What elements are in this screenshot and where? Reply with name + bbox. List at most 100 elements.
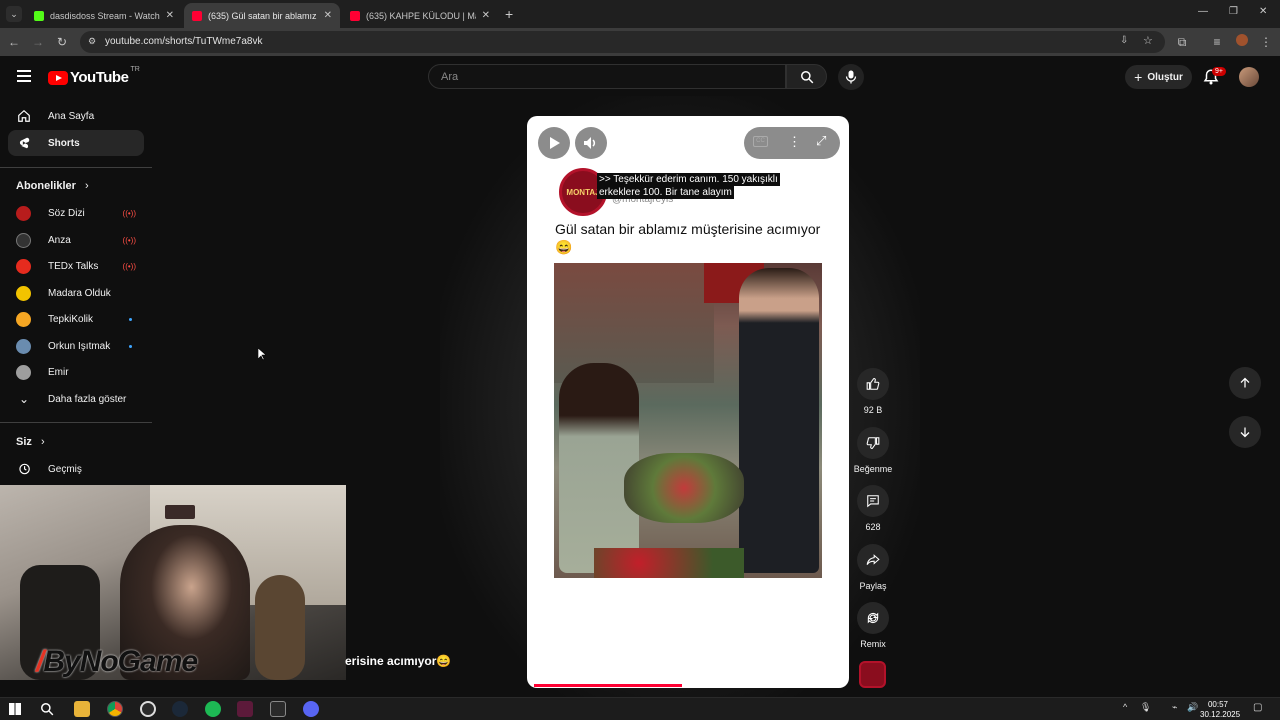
subscription-item[interactable]: Emir [8, 359, 144, 385]
chrome-icon[interactable] [107, 701, 123, 717]
chevron-down-icon: ⌄ [18, 392, 30, 406]
next-short-button[interactable] [1229, 416, 1261, 448]
sidebar-divider [0, 422, 152, 423]
channel-avatar [16, 285, 31, 301]
cropped-title-text: erisine acımıyor😄 [345, 654, 452, 668]
closed-captions-icon[interactable]: CC [753, 136, 768, 147]
volume-icon [584, 137, 596, 149]
sidebar-item-label: Geçmiş [48, 463, 82, 475]
woman-figure [559, 363, 639, 573]
comment-count: 628 [865, 522, 881, 532]
network-tray-icon[interactable]: ⌁ [1172, 702, 1177, 713]
sidebar-item-shorts[interactable]: Shorts [8, 130, 144, 156]
remix-icon[interactable] [857, 602, 889, 634]
kick-app-icon[interactable] [237, 701, 253, 717]
youtube-logo[interactable]: YouTube TR [48, 66, 140, 86]
thumbs-down-icon[interactable] [857, 427, 889, 459]
subscription-item[interactable]: Orkun Işıtmak [8, 333, 144, 359]
system-tray-chevron-icon[interactable]: ^ [1123, 702, 1127, 712]
media-controls-icon[interactable]: ≡ [1209, 34, 1225, 50]
play-icon [550, 137, 560, 149]
forward-arrow-icon[interactable]: → [30, 34, 46, 50]
you-heading[interactable]: Siz › [16, 436, 45, 448]
obs-icon[interactable] [140, 701, 156, 717]
previous-short-button[interactable] [1229, 367, 1261, 399]
hamburger-menu-icon[interactable] [17, 70, 31, 82]
back-arrow-icon[interactable]: ← [6, 34, 22, 50]
live-indicator-icon: ((•)) [122, 261, 136, 271]
volume-button[interactable] [575, 127, 607, 159]
on-air-sign [165, 505, 195, 519]
url-text: youtube.com/shorts/TuTWme7a8vk [105, 36, 263, 47]
search-icon[interactable] [40, 702, 54, 716]
close-window-button[interactable]: ✕ [1259, 6, 1267, 17]
subscription-item[interactable]: Madara Olduk [8, 280, 144, 306]
dislike-action[interactable]: Beğenme [854, 427, 892, 474]
microphone-tray-icon[interactable]: 🎙 [1140, 702, 1151, 713]
tab-search-icon[interactable]: ⌄ [6, 6, 22, 22]
new-content-dot [129, 344, 132, 348]
comments-action[interactable]: 628 [857, 485, 889, 532]
steam-icon[interactable] [172, 701, 188, 717]
create-button[interactable]: + Oluştur [1125, 65, 1192, 89]
shorts-video-player[interactable]: CC ⋮ ⤢ MONTAJ @montajreyis >> Teşekkür e… [527, 116, 849, 688]
voice-search-button[interactable] [838, 64, 864, 90]
account-avatar[interactable] [1239, 67, 1259, 87]
arrow-down-icon [1240, 427, 1250, 438]
restore-window-button[interactable]: ❐ [1229, 6, 1238, 17]
browser-tab-kick[interactable]: dasdisdoss Stream - Watch Live ✕ [26, 3, 182, 28]
subscription-item[interactable]: TEDx Talks ((•)) [8, 253, 144, 279]
like-count: 92 B [863, 405, 883, 415]
subtitle-caption: >> Teşekkür ederim canım. 150 yakışıklı … [597, 173, 780, 199]
install-app-icon[interactable]: ⇩ [1120, 35, 1128, 46]
browser-tab-youtube-madara[interactable]: (635) KAHPE KÜLODU | Madara ✕ [342, 3, 498, 28]
subscription-item[interactable]: Anza ((•)) [8, 227, 144, 253]
new-tab-button[interactable]: + [505, 6, 513, 22]
browser-tab-youtube-short[interactable]: (635) Gül satan bir ablamız müş ✕ [184, 3, 340, 28]
more-options-icon[interactable]: ⋮ [788, 134, 801, 150]
notification-center-icon[interactable]: ▢ [1253, 702, 1262, 713]
live-indicator-icon: ((•)) [122, 208, 136, 218]
subscription-item[interactable]: TepkiKolik [8, 306, 144, 332]
site-info-icon[interactable]: ⚙ [88, 36, 96, 47]
sidebar-item-history[interactable]: Geçmiş [8, 456, 144, 482]
sidebar-item-home[interactable]: Ana Sayfa [8, 103, 144, 129]
fullscreen-icon[interactable]: ⤢ [816, 133, 826, 149]
epic-games-icon[interactable] [270, 701, 286, 717]
search-placeholder: Ara [441, 71, 459, 83]
reload-icon[interactable]: ↻ [54, 34, 70, 50]
profile-avatar-icon[interactable] [1234, 34, 1250, 50]
search-input[interactable]: Ara [428, 64, 786, 89]
comment-icon[interactable] [857, 485, 889, 517]
address-bar[interactable]: ⚙ youtube.com/shorts/TuTWme7a8vk ⇩ ☆ [80, 31, 1165, 53]
video-progress-bar[interactable] [534, 684, 682, 687]
extensions-icon[interactable]: ⧉ [1174, 34, 1190, 50]
like-action[interactable]: 92 B [857, 368, 889, 415]
spotify-icon[interactable] [205, 701, 221, 717]
chrome-menu-icon[interactable]: ⋮ [1258, 34, 1274, 50]
close-tab-icon[interactable]: ✕ [324, 10, 332, 21]
search-button[interactable] [786, 64, 827, 89]
file-explorer-icon[interactable] [74, 701, 90, 717]
player-controls-group: CC ⋮ ⤢ [744, 127, 840, 159]
chat-app-icon[interactable] [303, 701, 319, 717]
minimize-window-button[interactable]: — [1198, 6, 1208, 17]
subscriptions-heading[interactable]: Abonelikler › [16, 180, 89, 192]
tab-title: (635) Gül satan bir ablamız müş [208, 10, 318, 21]
close-tab-icon[interactable]: ✕ [482, 10, 490, 21]
volume-tray-icon[interactable]: 🔊 [1187, 702, 1198, 713]
remix-action[interactable]: Remix [857, 602, 889, 649]
show-more-button[interactable]: ⌄ Daha fazla göster [8, 386, 144, 412]
thumbs-up-icon[interactable] [857, 368, 889, 400]
chevron-right-icon: › [40, 436, 45, 448]
bookmark-star-icon[interactable]: ☆ [1143, 34, 1153, 47]
windows-start-icon[interactable] [9, 703, 21, 715]
share-icon[interactable] [857, 544, 889, 576]
subscription-item[interactable]: Söz Dizi ((•)) [8, 200, 144, 226]
share-action[interactable]: Paylaş [857, 544, 889, 591]
close-tab-icon[interactable]: ✕ [166, 10, 174, 21]
taskbar-clock[interactable]: 00:57 30.12.2025 [1200, 700, 1240, 720]
play-button[interactable] [538, 127, 570, 159]
channel-avatar-button[interactable] [859, 661, 886, 688]
live-indicator-icon: ((•)) [122, 235, 136, 245]
